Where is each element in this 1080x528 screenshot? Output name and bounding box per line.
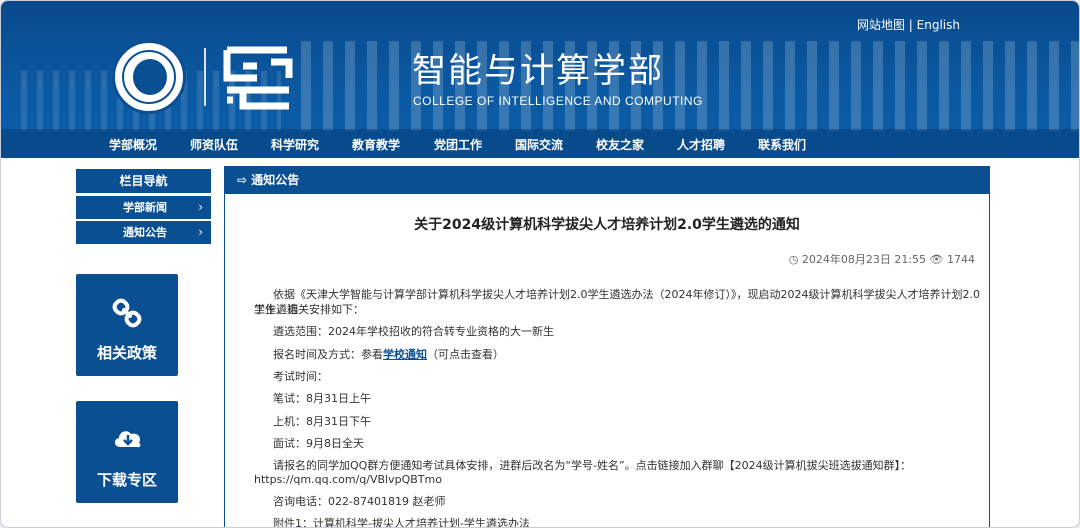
- sidebar-item-label: 学部新闻: [123, 201, 167, 214]
- sidebar-item-news[interactable]: 学部新闻 ›: [76, 196, 211, 219]
- paragraph-qq-line1: 请报名的同学加QQ群方便通知考试具体安排，进群后改名为“学号-姓名”。点击链接加…: [273, 459, 912, 472]
- paragraph-contact: 咨询电话：022-87401819 赵老师: [273, 495, 446, 508]
- link-icon: [112, 298, 142, 328]
- signup-suffix: （可点击查看）: [427, 348, 504, 361]
- eye-icon: 👁: [929, 253, 944, 266]
- tile-label: 相关政策: [96, 344, 157, 362]
- seal-core: [133, 59, 167, 95]
- article-meta: ◷ 2024年08月23日 21:55 👁 1744: [789, 251, 975, 267]
- sidebar-item-label: 通知公告: [123, 226, 167, 239]
- nav-item-contact[interactable]: 联系我们: [758, 136, 806, 153]
- nav-item-international[interactable]: 国际交流: [515, 136, 563, 153]
- article-panel: ⇨ 通知公告 关于2024级计算机科学拔尖人才培养计划2.0学生遴选的通知 ◷ …: [224, 166, 990, 527]
- paragraph-interview: 面试：9月8日全天: [273, 437, 364, 450]
- section-title: 通知公告: [251, 173, 300, 187]
- chevron-right-icon: ›: [198, 200, 203, 214]
- nav-item-education[interactable]: 教育教学: [352, 136, 400, 153]
- panel-header: ⇨ 通知公告: [225, 167, 989, 194]
- nav-item-overview[interactable]: 学部概况: [109, 136, 157, 153]
- article-title: 关于2024级计算机科学拔尖人才培养计划2.0学生遴选的通知: [414, 217, 800, 233]
- attachment-link[interactable]: 附件1：计算机科学-拔尖人才培养计划-学生遴选办法: [273, 516, 530, 527]
- nav-item-research[interactable]: 科学研究: [271, 136, 319, 153]
- school-notice-link[interactable]: 学校通知: [383, 348, 427, 361]
- paragraph-machine: 上机：8月31日下午: [273, 415, 371, 428]
- clock-icon: ◷: [788, 253, 799, 266]
- nav-item-recruitment[interactable]: 人才招聘: [677, 136, 725, 153]
- college-logo-mark-icon: [223, 46, 293, 110]
- tile-label: 下载专区: [96, 471, 157, 489]
- sidebar-title: 栏目导航: [76, 169, 211, 193]
- tile-related-policies[interactable]: 相关政策: [76, 274, 178, 376]
- article-date: 2024年08月23日 21:55: [801, 253, 927, 266]
- college-name-cn: 智能与计算学部: [412, 51, 664, 91]
- nav-item-party[interactable]: 党团工作: [434, 136, 482, 153]
- paragraph-scope: 遴选范围：2024年学校招收的符合转专业资格的大一新生: [273, 325, 554, 338]
- top-links-separator: |: [904, 18, 917, 32]
- sign-out-icon: ⇨: [237, 173, 248, 187]
- site-header: 网站地图 | English 智能与计算学部 COLLEGE OF INTELL…: [1, 1, 1079, 158]
- university-seal-logo[interactable]: [112, 40, 186, 114]
- english-link[interactable]: English: [917, 18, 960, 32]
- sitemap-link[interactable]: 网站地图: [857, 18, 905, 32]
- qq-group-link[interactable]: https://qm.qq.com/q/VBlvpQBTmo: [254, 472, 442, 487]
- sidebar-item-notices[interactable]: 通知公告 ›: [76, 221, 211, 244]
- paragraph-exam-time: 考试时间：: [273, 370, 328, 383]
- cloud-download-icon: [114, 431, 141, 448]
- tile-downloads[interactable]: 下载专区: [76, 401, 178, 503]
- signup-prefix: 报名时间及方式：参看: [273, 348, 383, 361]
- browser-page: 网站地图 | English 智能与计算学部 COLLEGE OF INTELL…: [0, 0, 1080, 528]
- paragraph-signup: 报名时间及方式：参看学校通知（可点击查看）: [273, 347, 504, 362]
- top-links: 网站地图 | English: [857, 16, 960, 33]
- main-nav: 学部概况 师资队伍 科学研究 教育教学 党团工作 国际交流 校友之家 人才招聘 …: [1, 129, 1079, 158]
- nav-item-alumni[interactable]: 校友之家: [596, 136, 644, 153]
- paragraph-written: 笔试：8月31日上午: [273, 392, 371, 405]
- nav-item-faculty[interactable]: 师资队伍: [190, 136, 238, 153]
- college-name-en: COLLEGE OF INTELLIGENCE AND COMPUTING: [413, 94, 703, 108]
- logo-divider: [204, 48, 206, 106]
- chevron-right-icon: ›: [198, 225, 203, 239]
- article-views: 1744: [947, 253, 975, 266]
- intro-line-2: 工作，相关安排如下：: [254, 303, 364, 316]
